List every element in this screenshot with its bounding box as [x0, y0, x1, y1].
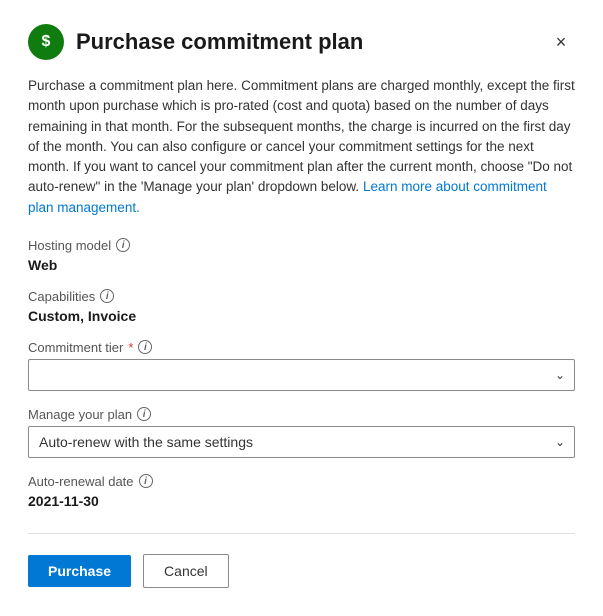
- close-button[interactable]: ×: [547, 28, 575, 56]
- dialog-header: $ Purchase commitment plan ×: [28, 24, 575, 60]
- manage-plan-dropdown[interactable]: Auto-renew with the same settings Do not…: [28, 426, 575, 458]
- cancel-button[interactable]: Cancel: [143, 554, 229, 588]
- commitment-tier-section: Commitment tier * i ⌄: [28, 340, 575, 391]
- description-text: Purchase a commitment plan here. Commitm…: [28, 76, 575, 218]
- manage-plan-label: Manage your plan i: [28, 407, 575, 422]
- footer-buttons: Purchase Cancel: [28, 554, 575, 588]
- capabilities-info-icon[interactable]: i: [100, 289, 114, 303]
- capabilities-section: Capabilities i Custom, Invoice: [28, 289, 575, 324]
- auto-renewal-date-label: Auto-renewal date i: [28, 474, 575, 489]
- commitment-tier-dropdown[interactable]: [28, 359, 575, 391]
- purchase-button[interactable]: Purchase: [28, 555, 131, 587]
- manage-plan-dropdown-wrapper: Auto-renew with the same settings Do not…: [28, 426, 575, 458]
- commitment-tier-label: Commitment tier * i: [28, 340, 575, 355]
- hosting-model-label: Hosting model i: [28, 238, 575, 253]
- manage-plan-info-icon[interactable]: i: [137, 407, 151, 421]
- app-icon-label: $: [42, 33, 51, 51]
- footer-divider: [28, 533, 575, 534]
- dialog-title: Purchase commitment plan: [76, 29, 547, 55]
- hosting-model-section: Hosting model i Web: [28, 238, 575, 273]
- auto-renewal-date-info-icon[interactable]: i: [139, 474, 153, 488]
- manage-plan-section: Manage your plan i Auto-renew with the s…: [28, 407, 575, 458]
- commitment-tier-required: *: [128, 340, 133, 355]
- auto-renewal-date-section: Auto-renewal date i 2021-11-30: [28, 474, 575, 509]
- capabilities-value: Custom, Invoice: [28, 308, 575, 324]
- hosting-model-value: Web: [28, 257, 575, 273]
- commitment-tier-dropdown-wrapper: ⌄: [28, 359, 575, 391]
- app-icon: $: [28, 24, 64, 60]
- hosting-model-info-icon[interactable]: i: [116, 238, 130, 252]
- commitment-tier-info-icon[interactable]: i: [138, 340, 152, 354]
- auto-renewal-date-value: 2021-11-30: [28, 493, 575, 509]
- capabilities-label: Capabilities i: [28, 289, 575, 304]
- purchase-commitment-dialog: $ Purchase commitment plan × Purchase a …: [0, 0, 603, 616]
- close-icon: ×: [556, 32, 567, 53]
